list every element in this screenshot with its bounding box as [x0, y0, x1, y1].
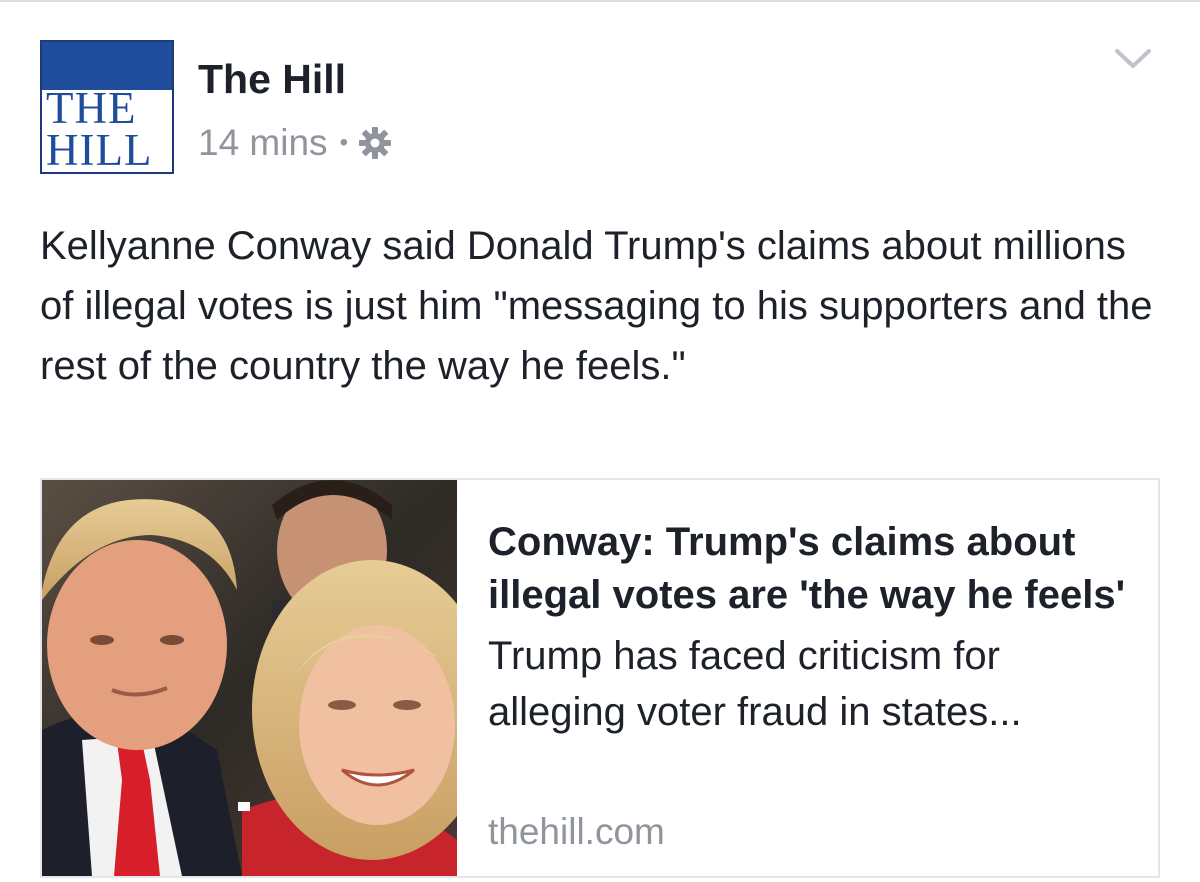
- page-avatar[interactable]: THE HILL: [40, 40, 174, 174]
- link-preview-card[interactable]: Conway: Trump's claims about illegal vot…: [40, 478, 1160, 878]
- gear-icon[interactable]: [358, 126, 392, 160]
- link-card-body: Conway: Trump's claims about illegal vot…: [488, 516, 1138, 740]
- link-card-description: Trump has faced criticism for alleging v…: [488, 634, 1022, 734]
- post-meta: 14 mins •: [198, 120, 392, 166]
- link-thumbnail-image[interactable]: [42, 480, 457, 876]
- page-name-link[interactable]: The Hill: [198, 56, 346, 102]
- chevron-down-icon[interactable]: [1112, 44, 1154, 74]
- post-text: Kellyanne Conway said Donald Trump's cla…: [40, 224, 1153, 388]
- post-timestamp[interactable]: 14 mins: [198, 122, 328, 164]
- top-divider: [0, 0, 1200, 2]
- link-card-domain: thehill.com: [488, 811, 665, 852]
- link-card-title[interactable]: Conway: Trump's claims about illegal vot…: [488, 516, 1138, 622]
- meta-separator: •: [339, 129, 348, 156]
- logo-word-hill: HILL: [46, 125, 153, 175]
